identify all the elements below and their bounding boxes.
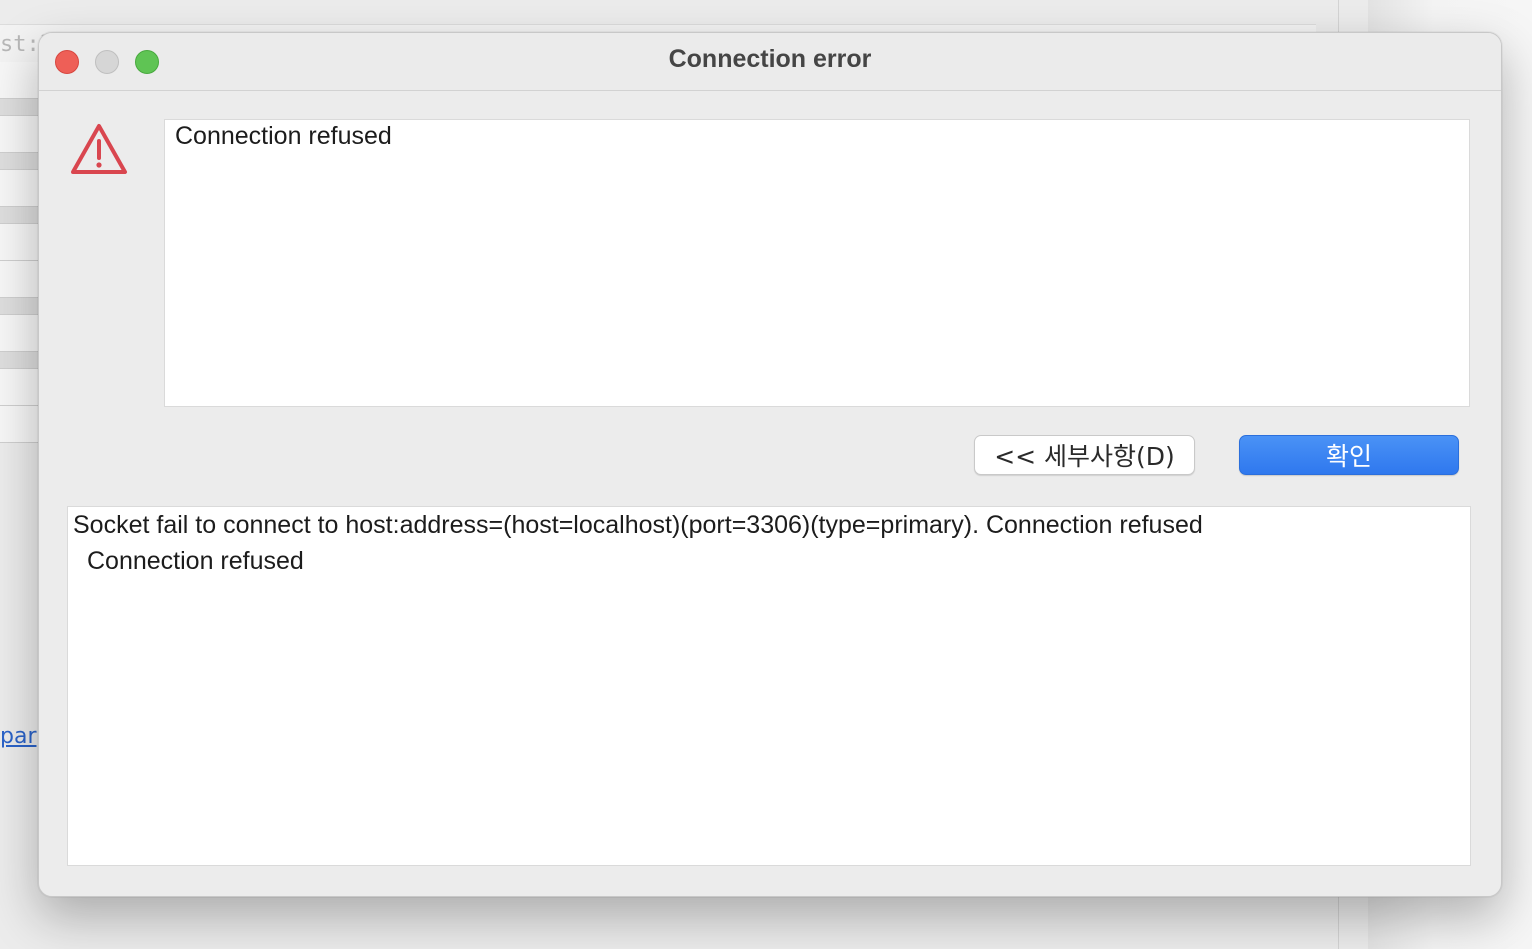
dialog-title: Connection error <box>668 45 872 73</box>
warning-triangle-icon <box>71 124 127 174</box>
background-list <box>0 62 38 443</box>
ok-button[interactable]: 확인 <box>1239 435 1459 475</box>
background-link-fragment[interactable]: par <box>0 724 37 749</box>
details-textarea[interactable]: Socket fail to connect to host:address=(… <box>67 506 1471 866</box>
dialog-titlebar[interactable]: Connection error <box>39 33 1501 91</box>
details-line: Connection refused <box>87 547 304 575</box>
message-box: Connection refused <box>164 119 1470 407</box>
details-toggle-button[interactable]: << 세부사항(D) <box>974 435 1195 475</box>
details-line: Socket fail to connect to host:address=(… <box>73 511 1203 539</box>
error-message: Connection refused <box>175 122 392 150</box>
connection-error-dialog: Connection error Connection refused << 세… <box>38 32 1502 897</box>
